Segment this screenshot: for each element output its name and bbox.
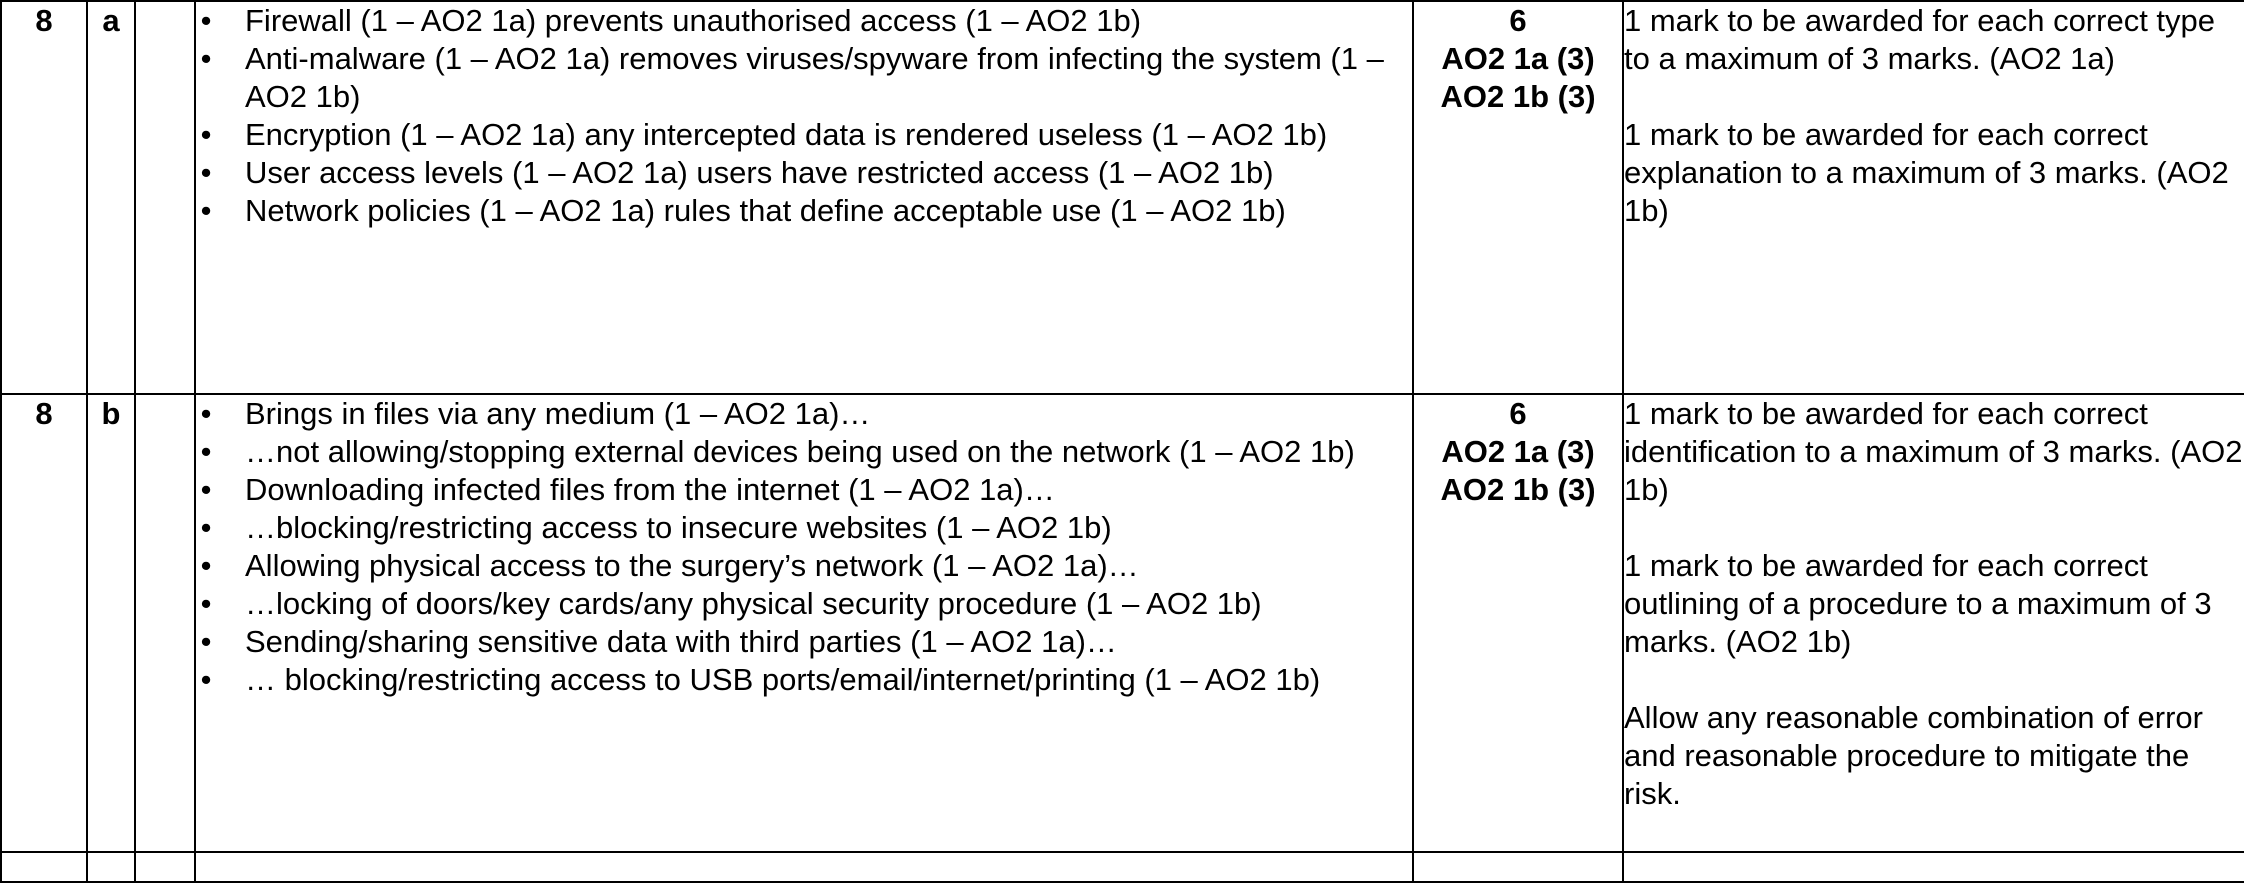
list-item: • …locking of doors/key cards/any physica… bbox=[196, 585, 1412, 623]
table-row: 8 a • Firewall (1 – AO2 1a) prevents unau… bbox=[0, 0, 2244, 395]
list-item: • Brings in files via any medium (1 – AO2… bbox=[196, 395, 1412, 433]
table-row: 8 b • Brings in files via any medium (1 –… bbox=[0, 393, 2244, 853]
answer-text: Encryption (1 – AO2 1a) any intercepted … bbox=[245, 117, 1328, 152]
list-item: • Firewall (1 – AO2 1a) prevents unauthor… bbox=[196, 2, 1412, 40]
answer-text: …locking of doors/key cards/any physical… bbox=[245, 586, 1262, 621]
answer-cell: • Firewall (1 – AO2 1a) prevents unauthor… bbox=[194, 0, 1414, 395]
marks-ao-1b: AO2 1b (3) bbox=[1440, 79, 1596, 114]
subpart-cell bbox=[134, 393, 196, 853]
marks-ao-1a: AO2 1a (3) bbox=[1441, 41, 1595, 76]
marks-total: 6 bbox=[1509, 3, 1527, 38]
bullet-icon: • bbox=[200, 662, 212, 697]
bullet-icon: • bbox=[200, 586, 212, 621]
marks-cell: 6 AO2 1a (3) AO2 1b (3) bbox=[1412, 0, 1624, 395]
guidance-text: 1 mark to be awarded for each correct ty… bbox=[1624, 3, 2216, 76]
bullet-icon: • bbox=[200, 396, 212, 431]
bullet-icon: • bbox=[200, 3, 212, 38]
mark-scheme-table: 8 a • Firewall (1 – AO2 1a) prevents unau… bbox=[0, 0, 2244, 883]
guidance-text: Allow any reasonable combination of erro… bbox=[1624, 700, 2203, 811]
list-item: • Encryption (1 – AO2 1a) any intercepted… bbox=[196, 116, 1412, 154]
answer-cell: • Brings in files via any medium (1 – AO2… bbox=[194, 393, 1414, 853]
answer-text: …blocking/restricting access to insecure… bbox=[245, 510, 1112, 545]
bullet-icon: • bbox=[200, 434, 212, 469]
answer-text: Allowing physical access to the surgery’… bbox=[245, 548, 1139, 583]
bullet-icon: • bbox=[200, 155, 212, 190]
question-number: 8 bbox=[0, 393, 88, 853]
answer-text: Anti-malware (1 – AO2 1a) removes viruse… bbox=[245, 41, 1384, 114]
bullet-icon: • bbox=[200, 117, 212, 152]
answer-text: Firewall (1 – AO2 1a) prevents unauthori… bbox=[245, 3, 1142, 38]
answer-text: Downloading infected files from the inte… bbox=[245, 472, 1055, 507]
list-item: • Downloading infected files from the in… bbox=[196, 471, 1412, 509]
guidance-text: 1 mark to be awarded for each correct id… bbox=[1624, 396, 2243, 507]
list-item: • Network policies (1 – AO2 1a) rules tha… bbox=[196, 192, 1412, 230]
answer-text: Network policies (1 – AO2 1a) rules that… bbox=[245, 193, 1286, 228]
question-number: 8 bbox=[0, 0, 88, 395]
guidance-cell: 1 mark to be awarded for each correct ty… bbox=[1622, 0, 2244, 395]
list-item: • Anti-malware (1 – AO2 1a) removes virus… bbox=[196, 40, 1412, 116]
bullet-icon: • bbox=[200, 624, 212, 659]
bullet-icon: • bbox=[200, 41, 212, 76]
marks-cell: 6 AO2 1a (3) AO2 1b (3) bbox=[1412, 393, 1624, 853]
question-part: a bbox=[86, 0, 136, 395]
answer-text: User access levels (1 – AO2 1a) users ha… bbox=[245, 155, 1274, 190]
list-item: • User access levels (1 – AO2 1a) users h… bbox=[196, 154, 1412, 192]
marks-ao-1b: AO2 1b (3) bbox=[1440, 472, 1596, 507]
guidance-text: 1 mark to be awarded for each correct ou… bbox=[1624, 548, 2212, 659]
guidance-text: 1 mark to be awarded for each correct ex… bbox=[1624, 117, 2229, 228]
answer-list: • Brings in files via any medium (1 – AO2… bbox=[196, 395, 1412, 699]
marks-ao-1a: AO2 1a (3) bbox=[1441, 434, 1595, 469]
guidance-cell: 1 mark to be awarded for each correct id… bbox=[1622, 393, 2244, 853]
answer-text: Sending/sharing sensitive data with thir… bbox=[245, 624, 1117, 659]
bullet-icon: • bbox=[200, 472, 212, 507]
marks-total: 6 bbox=[1509, 396, 1527, 431]
list-item: • …not allowing/stopping external devices… bbox=[196, 433, 1412, 471]
answer-text: …not allowing/stopping external devices … bbox=[245, 434, 1355, 469]
question-part: b bbox=[86, 393, 136, 853]
bullet-icon: • bbox=[200, 193, 212, 228]
bullet-icon: • bbox=[200, 510, 212, 545]
subpart-cell bbox=[134, 0, 196, 395]
mark-scheme-page: 8 a • Firewall (1 – AO2 1a) prevents unau… bbox=[0, 0, 2244, 883]
bullet-icon: • bbox=[200, 548, 212, 583]
answer-text: Brings in files via any medium (1 – AO2 … bbox=[245, 396, 871, 431]
list-item: • …blocking/restricting access to insecur… bbox=[196, 509, 1412, 547]
list-item: • … blocking/restricting access to USB po… bbox=[196, 661, 1412, 699]
table-row-next bbox=[0, 851, 2244, 883]
list-item: • Sending/sharing sensitive data with thi… bbox=[196, 623, 1412, 661]
answer-list: • Firewall (1 – AO2 1a) prevents unauthor… bbox=[196, 2, 1412, 230]
answer-text: … blocking/restricting access to USB por… bbox=[245, 662, 1321, 697]
list-item: • Allowing physical access to the surgery… bbox=[196, 547, 1412, 585]
